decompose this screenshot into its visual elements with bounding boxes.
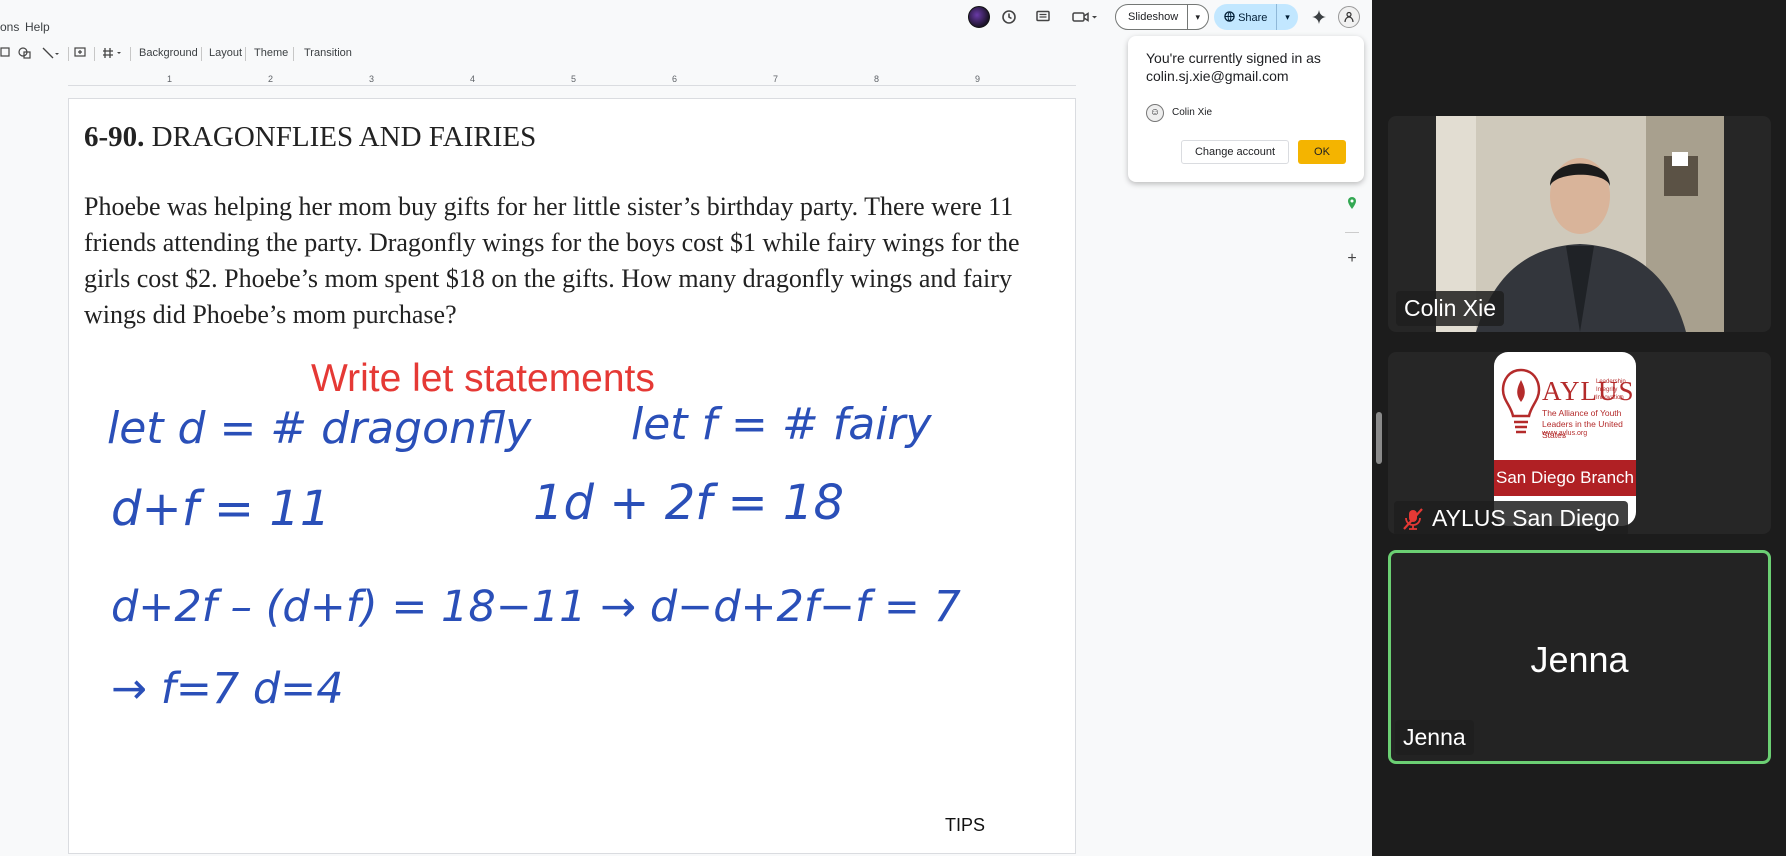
participant-name: Colin Xie (1396, 291, 1505, 326)
handwriting-line: → f=7 d=4 (111, 664, 344, 714)
slides-app: ons Help Slideshow ▾ Share ▾ Background … (0, 0, 1372, 856)
layout-button[interactable]: Layout (209, 47, 242, 59)
side-divider (1345, 232, 1359, 233)
aylus-logo: AYLUS Leadership Integrity Innovation Th… (1494, 352, 1636, 526)
participant-placeholder-name: Jenna (1530, 639, 1629, 680)
shape-icon[interactable] (18, 47, 32, 62)
ruler-number: 6 (672, 74, 678, 84)
ruler-number: 3 (369, 74, 375, 84)
toolbar: Background Layout Theme Transition (0, 44, 1130, 64)
share-dropdown-icon[interactable]: ▾ (1276, 4, 1298, 30)
participant-tile-colin[interactable]: Colin Xie (1388, 116, 1771, 332)
participant-name: AYLUS San Diego (1432, 505, 1620, 531)
add-comment-icon[interactable] (74, 47, 86, 62)
toolbar-divider (130, 47, 131, 61)
maps-icon[interactable] (1340, 196, 1364, 215)
comment-icon[interactable] (1032, 6, 1054, 28)
globe-icon (1224, 10, 1235, 22)
profile-avatar[interactable] (1338, 6, 1360, 28)
slideshow-button[interactable]: Slideshow ▾ (1115, 4, 1209, 30)
share-label: Share (1214, 10, 1276, 24)
meet-icon[interactable] (1070, 6, 1100, 28)
signed-in-text: You're currently signed in as (1146, 50, 1321, 66)
account-name: Colin Xie (1172, 107, 1213, 118)
transition-button[interactable]: Transition (304, 47, 352, 59)
add-addon-icon[interactable]: + (1340, 250, 1364, 268)
participant-tile-aylus[interactable]: AYLUS Leadership Integrity Innovation Th… (1388, 352, 1771, 534)
change-account-button[interactable]: Change account (1181, 140, 1289, 164)
signed-in-email: colin.sj.xie@gmail.com (1146, 68, 1289, 84)
aylus-motto: Leadership Integrity Innovation (1596, 379, 1626, 401)
handwriting-line: let d = # dragonfly (107, 403, 532, 454)
aylus-branch: San Diego Branch (1494, 460, 1636, 496)
slide-canvas[interactable]: 6-90. DRAGONFLIES AND FAIRIES Phoebe was… (68, 98, 1076, 854)
account-popup: You're currently signed in as colin.sj.x… (1128, 36, 1364, 182)
mic-muted-icon (1403, 507, 1423, 530)
topbar-actions: Slideshow ▾ Share ▾ (960, 2, 1372, 32)
gemini-icon[interactable] (1308, 6, 1330, 28)
menu-item-help[interactable]: Help (25, 20, 50, 34)
history-icon[interactable] (998, 6, 1020, 28)
tips-label[interactable]: TIPS (945, 815, 985, 836)
aylus-url: www.aylus.org (1542, 430, 1588, 437)
slideshow-dropdown-icon[interactable]: ▾ (1186, 5, 1208, 29)
ruler-number: 1 (167, 74, 173, 84)
ruler-number: 7 (773, 74, 779, 84)
participant-tile-jenna[interactable]: Jenna Jenna (1388, 550, 1771, 764)
account-avatar[interactable] (968, 6, 990, 28)
panel-scrollbar[interactable] (1376, 412, 1382, 464)
toolbar-divider (293, 47, 294, 61)
grid-icon[interactable] (102, 47, 126, 62)
ruler-number: 4 (470, 74, 476, 84)
theme-button[interactable]: Theme (254, 47, 288, 59)
slideshow-label: Slideshow (1128, 11, 1179, 23)
toolbar-divider (201, 47, 202, 61)
ruler-number: 2 (268, 74, 274, 84)
ruler-number: 5 (571, 74, 577, 84)
account-avatar-small: ☺ (1146, 104, 1164, 122)
handwriting-line: d+f = 11 (111, 481, 330, 537)
background-button[interactable]: Background (139, 47, 198, 59)
participant-name: Jenna (1395, 720, 1474, 755)
horizontal-ruler[interactable]: 1 2 3 4 5 6 7 8 9 (68, 72, 1076, 86)
handwriting-layer: let d = # dragonfly let f = # fairy d+f … (107, 399, 961, 714)
toolbar-divider (245, 47, 246, 61)
ruler-number: 9 (975, 74, 981, 84)
toolbar-divider (68, 47, 69, 61)
image-icon[interactable] (0, 47, 10, 60)
line-icon[interactable] (42, 47, 60, 62)
handwriting-line: d+2f – (d+f) = 18−11 → d−d+2f−f = 7 (111, 582, 961, 632)
ruler-number: 8 (874, 74, 880, 84)
menu-item-tools[interactable]: ons (0, 20, 19, 34)
handwriting-line: let f = # fairy (631, 399, 932, 450)
toolbar-divider (94, 47, 95, 61)
lightbulb-icon (1501, 368, 1541, 434)
ok-button[interactable]: OK (1298, 140, 1346, 164)
handwriting-line: 1d + 2f = 18 (533, 475, 844, 531)
share-button[interactable]: Share ▾ (1214, 4, 1298, 30)
participant-name-bar: AYLUS San Diego (1394, 501, 1628, 534)
